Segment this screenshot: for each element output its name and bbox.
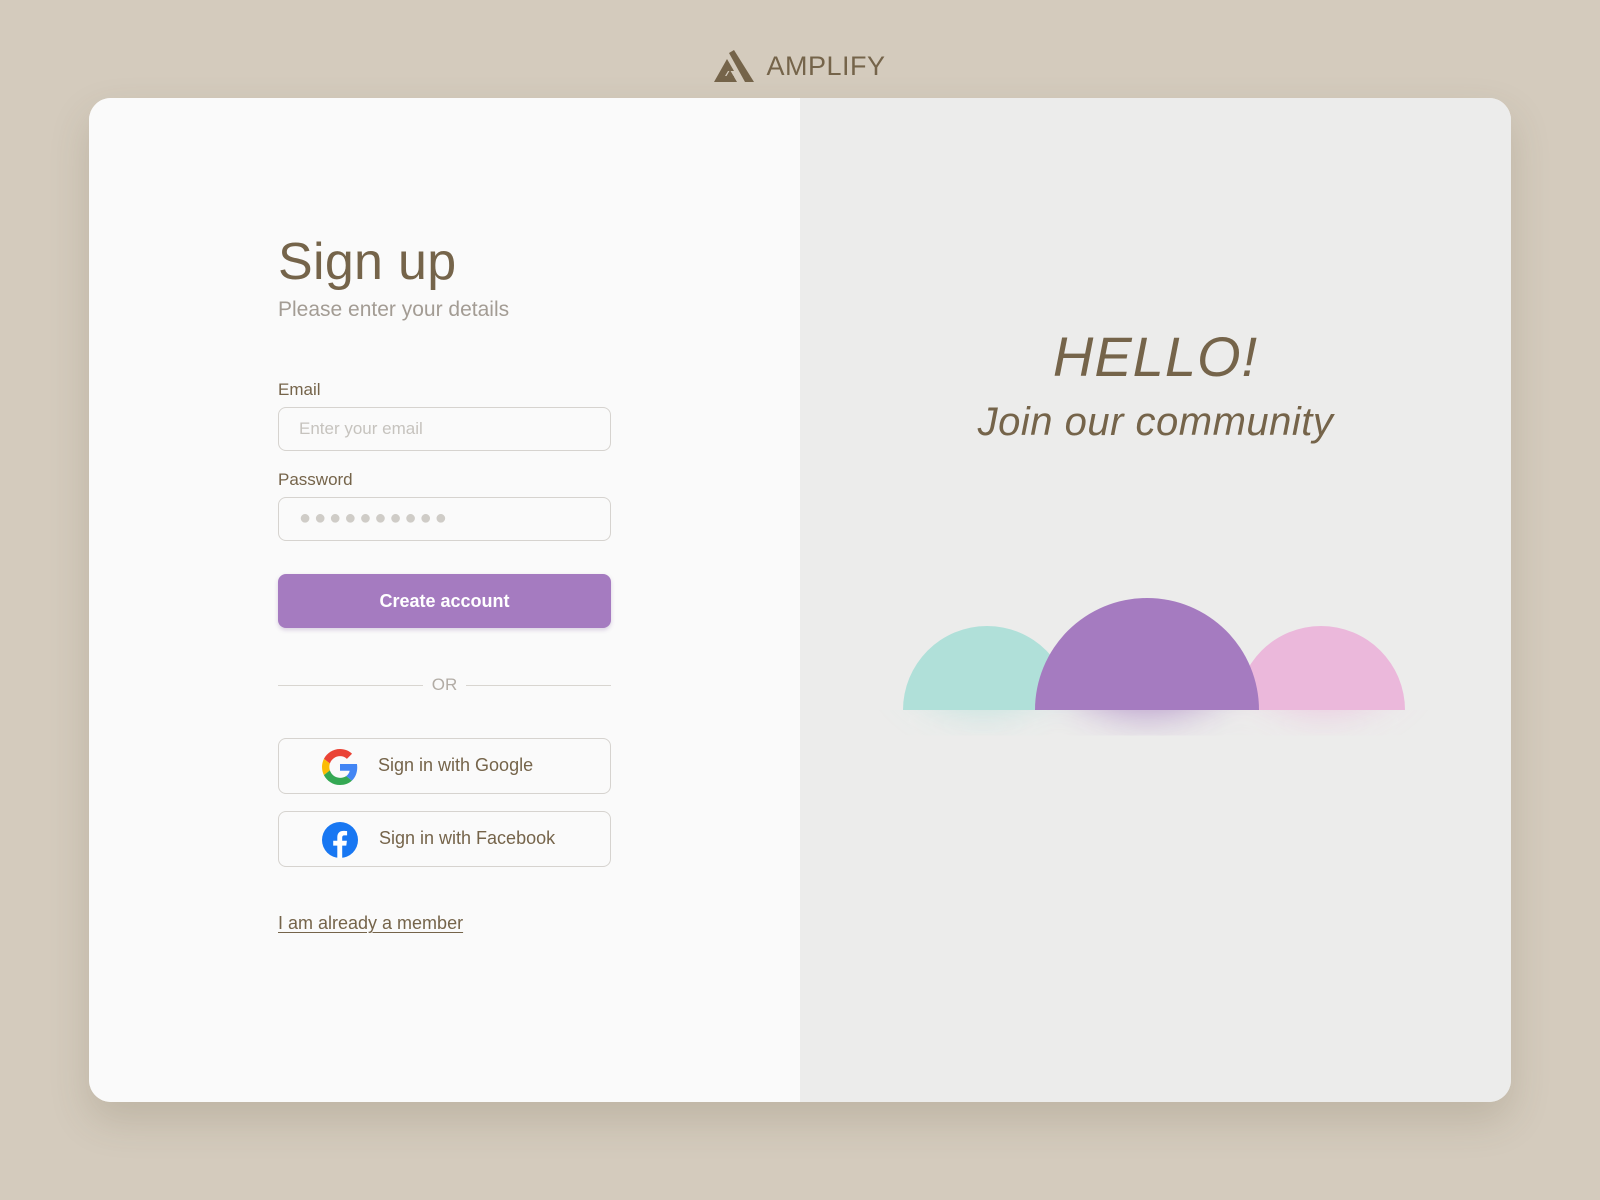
amplify-logo-icon xyxy=(714,50,755,82)
google-signin-label: Sign in with Google xyxy=(378,755,534,775)
email-field[interactable] xyxy=(278,407,611,451)
facebook-signin-label: Sign in with Facebook xyxy=(379,828,556,848)
google-icon xyxy=(322,749,358,785)
or-divider: OR xyxy=(278,673,611,697)
purple-circle xyxy=(1035,598,1259,710)
divider-line-right xyxy=(466,684,611,686)
google-signin-button[interactable]: Sign in with Google xyxy=(278,738,611,794)
page-title: Sign up xyxy=(278,233,457,291)
divider-text: OR xyxy=(431,675,458,694)
facebook-icon xyxy=(322,822,358,858)
email-label: Email xyxy=(278,380,321,399)
decorative-circles xyxy=(898,487,1409,713)
facebook-signin-button[interactable]: Sign in with Facebook xyxy=(278,811,611,867)
create-account-button[interactable]: Create account xyxy=(278,574,611,628)
password-field[interactable] xyxy=(278,497,611,541)
welcome-panel: HELLO! Join our community xyxy=(800,98,1511,1102)
divider-line-left xyxy=(278,684,423,686)
already-member-link[interactable]: I am already a member xyxy=(278,913,463,934)
join-community-tagline: Join our community xyxy=(977,400,1334,444)
brand-header: AMPLIFY xyxy=(0,46,1600,86)
brand-name: AMPLIFY xyxy=(766,50,886,81)
password-label: Password xyxy=(278,470,353,489)
pink-circle xyxy=(1237,626,1405,710)
page-subtitle: Please enter your details xyxy=(278,298,510,321)
signup-card: Sign up Please enter your details Email … xyxy=(89,98,1511,1102)
hello-heading: HELLO! xyxy=(1052,325,1259,388)
signup-form-panel: Sign up Please enter your details Email … xyxy=(89,98,800,1102)
